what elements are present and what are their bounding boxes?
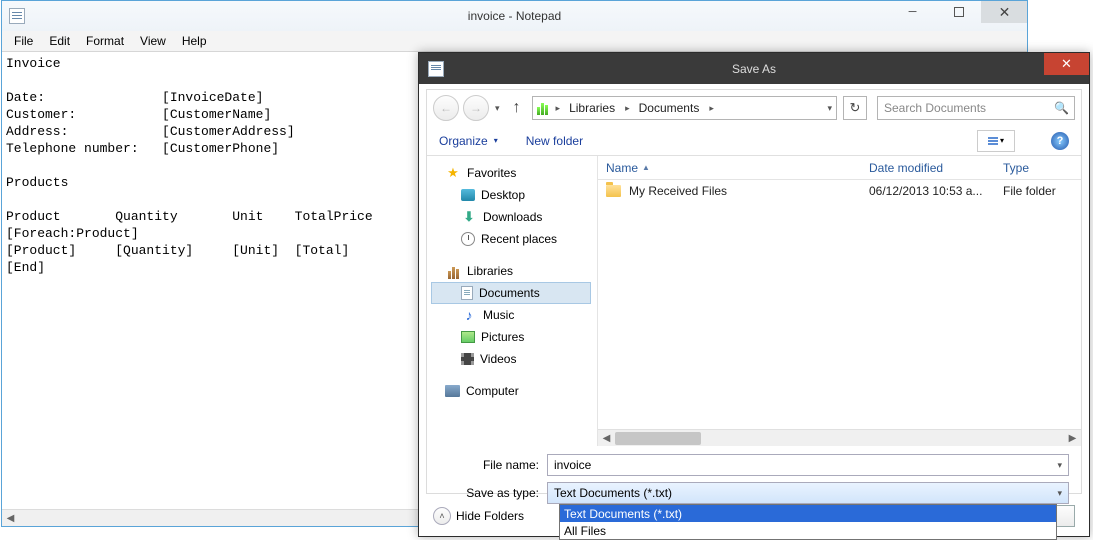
maximize-button[interactable] bbox=[935, 1, 981, 23]
new-folder-button[interactable]: New folder bbox=[526, 134, 583, 148]
nav-computer[interactable]: Computer bbox=[431, 380, 591, 402]
crumb-documents[interactable]: Documents bbox=[633, 101, 707, 115]
sort-asc-icon: ▲ bbox=[642, 163, 650, 172]
minimize-button[interactable]: ─ bbox=[889, 1, 935, 23]
folder-icon bbox=[606, 185, 621, 197]
nav-row: ← → ▾ ↑ ▸ Libraries ▸ Documents ▸ ▾ ↻ Se… bbox=[427, 90, 1081, 126]
organize-menu[interactable]: Organize bbox=[439, 134, 498, 148]
savetype-option-all[interactable]: All Files bbox=[560, 522, 1056, 539]
refresh-button[interactable]: ↻ bbox=[843, 96, 867, 120]
close-button[interactable]: ✕ bbox=[981, 1, 1027, 23]
save-as-title-text: Save As bbox=[732, 62, 776, 76]
notepad-titlebar[interactable]: invoice - Notepad ─ ✕ bbox=[2, 1, 1027, 31]
search-placeholder: Search Documents bbox=[884, 101, 986, 115]
file-list[interactable]: My Received Files 06/12/2013 10:53 a... … bbox=[598, 180, 1081, 429]
savetype-dropdown[interactable]: Text Documents (*.txt) All Files bbox=[559, 504, 1057, 540]
column-headers[interactable]: Name▲ Date modified Type bbox=[598, 156, 1081, 180]
menu-edit[interactable]: Edit bbox=[41, 32, 78, 50]
nav-downloads[interactable]: ⬇Downloads bbox=[431, 206, 591, 228]
menu-help[interactable]: Help bbox=[174, 32, 215, 50]
help-icon[interactable]: ? bbox=[1051, 132, 1069, 150]
up-button[interactable]: ↑ bbox=[506, 97, 528, 119]
toolbar: Organize New folder ▾ ? bbox=[427, 126, 1081, 156]
filename-input[interactable]: invoice bbox=[547, 454, 1069, 476]
breadcrumb-sep-icon[interactable]: ▸ bbox=[553, 103, 564, 114]
save-as-app-icon bbox=[428, 61, 444, 77]
filename-label: File name: bbox=[439, 458, 547, 472]
scroll-left-icon[interactable]: ◀ bbox=[598, 430, 615, 446]
col-date[interactable]: Date modified bbox=[861, 161, 995, 175]
search-icon: 🔍 bbox=[1054, 101, 1069, 115]
menu-view[interactable]: View bbox=[132, 32, 174, 50]
crumb-libraries[interactable]: Libraries bbox=[563, 101, 622, 115]
file-hscrollbar[interactable]: ◀ ▶ bbox=[598, 429, 1081, 446]
computer-icon bbox=[445, 385, 460, 397]
pictures-icon bbox=[461, 331, 475, 343]
star-icon: ★ bbox=[445, 165, 461, 181]
music-icon: ♪ bbox=[461, 307, 477, 323]
breadcrumb-sep-icon[interactable]: ▸ bbox=[622, 103, 633, 114]
nav-videos[interactable]: Videos bbox=[431, 348, 591, 370]
scroll-track[interactable] bbox=[615, 430, 1064, 446]
history-dropdown-icon[interactable]: ▾ bbox=[493, 103, 502, 114]
view-mode-button[interactable]: ▾ bbox=[977, 130, 1015, 152]
col-name[interactable]: Name▲ bbox=[598, 161, 861, 175]
scroll-left-icon[interactable]: ◀ bbox=[2, 510, 19, 526]
menu-format[interactable]: Format bbox=[78, 32, 132, 50]
nav-desktop[interactable]: Desktop bbox=[431, 184, 591, 206]
recent-icon bbox=[461, 232, 475, 246]
savetype-option-txt[interactable]: Text Documents (*.txt) bbox=[560, 505, 1056, 522]
downloads-icon: ⬇ bbox=[461, 209, 477, 225]
nav-libraries[interactable]: Libraries bbox=[431, 260, 591, 282]
address-bar[interactable]: ▸ Libraries ▸ Documents ▸ ▾ bbox=[532, 96, 837, 120]
back-button[interactable]: ← bbox=[433, 95, 459, 121]
nav-pictures[interactable]: Pictures bbox=[431, 326, 591, 348]
desktop-icon bbox=[461, 189, 475, 201]
forward-button[interactable]: → bbox=[463, 95, 489, 121]
libraries-icon bbox=[445, 263, 461, 279]
search-input[interactable]: Search Documents 🔍 bbox=[877, 96, 1075, 120]
notepad-title-text: invoice - Notepad bbox=[468, 9, 561, 23]
col-type[interactable]: Type bbox=[995, 161, 1081, 175]
address-dropdown-icon[interactable]: ▾ bbox=[827, 103, 832, 114]
hide-folders-toggle-icon[interactable]: ˄ bbox=[433, 507, 451, 525]
form-area: File name: invoice Save as type: Text Do… bbox=[427, 446, 1081, 504]
nav-music[interactable]: ♪Music bbox=[431, 304, 591, 326]
breadcrumb-sep-icon[interactable]: ▸ bbox=[706, 103, 717, 114]
navigation-pane[interactable]: ★Favorites Desktop ⬇Downloads Recent pla… bbox=[427, 156, 598, 446]
save-as-dialog: Save As ✕ ← → ▾ ↑ ▸ Libraries ▸ Document… bbox=[418, 52, 1090, 537]
videos-icon bbox=[461, 353, 474, 365]
nav-favorites[interactable]: ★Favorites bbox=[431, 162, 591, 184]
libraries-icon bbox=[535, 101, 551, 115]
nav-recent[interactable]: Recent places bbox=[431, 228, 591, 250]
scroll-thumb[interactable] bbox=[615, 432, 701, 445]
list-item[interactable]: My Received Files 06/12/2013 10:53 a... … bbox=[598, 180, 1081, 202]
notepad-icon bbox=[9, 8, 25, 24]
file-list-pane: Name▲ Date modified Type My Received Fil… bbox=[598, 156, 1081, 446]
nav-documents[interactable]: Documents bbox=[431, 282, 591, 304]
document-icon bbox=[461, 286, 473, 300]
menu-file[interactable]: File bbox=[6, 32, 41, 50]
save-as-titlebar[interactable]: Save As ✕ bbox=[419, 53, 1089, 84]
scroll-right-icon[interactable]: ▶ bbox=[1064, 430, 1081, 446]
save-as-close-button[interactable]: ✕ bbox=[1044, 53, 1089, 75]
hide-folders-label[interactable]: Hide Folders bbox=[456, 509, 524, 523]
menubar: File Edit Format View Help bbox=[2, 31, 1027, 52]
